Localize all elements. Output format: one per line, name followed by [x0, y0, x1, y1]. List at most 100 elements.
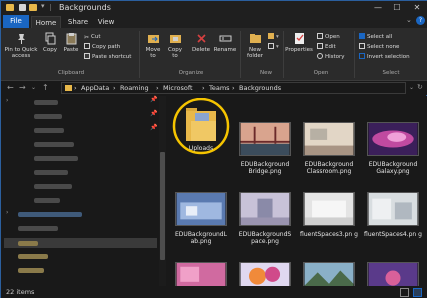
file-item[interactable]: EDUBackground Bridge.png: [235, 122, 295, 175]
file-item[interactable]: EDUBackgroundS pace.png: [235, 192, 295, 245]
edit-button[interactable]: Edit: [317, 43, 336, 51]
edit-icon: [317, 43, 323, 49]
breadcrumb-appdata[interactable]: AppData: [81, 84, 109, 92]
blurred-nav-label: [18, 254, 48, 259]
pin-icon[interactable]: 📌: [150, 96, 157, 103]
new-group-label: New: [260, 70, 272, 76]
new-item-button[interactable]: ▾: [268, 33, 279, 41]
paste-shortcut-icon: [84, 53, 90, 59]
nav-item[interactable]: [4, 196, 154, 204]
copy-path-button[interactable]: Copy path: [84, 43, 120, 51]
back-arrow-icon[interactable]: ←: [7, 83, 14, 92]
separator: [354, 31, 355, 78]
nav-item[interactable]: [4, 182, 154, 190]
select-none-button[interactable]: Select none: [359, 43, 399, 51]
pin-to-quick-access-button[interactable]: Pin to Quick access: [3, 32, 39, 59]
blurred-nav-label: [34, 170, 68, 175]
blurred-nav-label: [18, 268, 44, 273]
blurred-nav-label: [34, 184, 72, 189]
rename-button[interactable]: Rename: [213, 32, 237, 53]
scrollbar-thumb[interactable]: [160, 152, 165, 260]
file-item[interactable]: fluentSpaces3.pn g: [299, 192, 359, 238]
nav-item[interactable]: [4, 266, 154, 274]
address-bar[interactable]: › AppData › Roaming › Microsoft › Teams …: [61, 82, 406, 94]
recent-locations-icon[interactable]: ⌄: [31, 84, 36, 91]
copy-button[interactable]: Copy: [41, 32, 59, 53]
copy-path-label: Copy path: [92, 44, 121, 50]
history-button[interactable]: History: [317, 53, 345, 61]
navigation-scrollbar[interactable]: [159, 96, 166, 286]
new-item-dropdown-icon: ▾: [276, 34, 279, 40]
paste-button[interactable]: Paste: [61, 32, 81, 53]
item-count: 22 items: [6, 288, 35, 296]
help-icon[interactable]: ?: [416, 16, 425, 25]
forward-arrow-icon[interactable]: →: [19, 83, 26, 92]
file-item[interactable]: EDUBackground Classroom.png: [299, 122, 359, 175]
paste-shortcut-button[interactable]: Paste shortcut: [84, 53, 131, 61]
collapse-ribbon-icon[interactable]: ⌄: [406, 16, 412, 24]
open-group-label: Open: [313, 70, 329, 76]
nav-item[interactable]: ›: [4, 209, 154, 218]
item-label: EDUBackground Galaxy.png: [368, 161, 418, 175]
item-label: EDUBackground Bridge.png: [240, 161, 290, 175]
minimize-button[interactable]: —: [371, 2, 385, 13]
nav-item[interactable]: [4, 140, 154, 148]
properties-quick-icon[interactable]: [19, 4, 26, 11]
tab-home[interactable]: Home: [31, 16, 61, 28]
pin-icon[interactable]: 📌: [150, 124, 157, 131]
select-all-button[interactable]: Select all: [359, 33, 392, 41]
copy-path-icon: [84, 43, 90, 49]
tab-share[interactable]: Share: [64, 16, 92, 28]
delete-button[interactable]: Delete: [190, 32, 212, 53]
file-item[interactable]: fluentSpaces4.pn g: [363, 192, 423, 238]
pin-icon: [17, 34, 25, 44]
nav-item-selected[interactable]: [4, 238, 157, 248]
nav-item[interactable]: [4, 154, 154, 162]
properties-button[interactable]: Properties: [285, 32, 313, 53]
navigation-pane[interactable]: › › 📌 📌 📌: [1, 96, 159, 286]
properties-label: Properties: [285, 47, 313, 53]
blurred-nav-label: [34, 198, 60, 203]
separator: [283, 31, 284, 78]
nav-item[interactable]: [4, 112, 154, 120]
select-none-label: Select none: [367, 44, 400, 50]
large-icons-view-button[interactable]: [413, 288, 422, 297]
refresh-icon[interactable]: ↻: [417, 83, 423, 91]
nav-item[interactable]: [4, 224, 154, 232]
move-to-button[interactable]: Move to: [143, 32, 163, 59]
cut-button[interactable]: ✂ Cut: [84, 33, 101, 41]
new-folder-quick-icon[interactable]: [29, 4, 37, 11]
easy-access-button[interactable]: ▾: [268, 43, 279, 51]
pin-label: Pin to Quick access: [4, 47, 38, 59]
nav-item[interactable]: [4, 168, 154, 176]
details-view-button[interactable]: [400, 288, 409, 297]
expand-chevron-icon: ›: [6, 209, 9, 216]
nav-item[interactable]: [4, 252, 154, 260]
breadcrumb-backgrounds[interactable]: Backgrounds: [239, 84, 281, 92]
copy-icon: [45, 32, 55, 45]
up-arrow-icon[interactable]: ↑: [42, 83, 49, 92]
file-item-uploads[interactable]: Uploads: [171, 97, 231, 158]
tab-file[interactable]: File: [3, 15, 29, 28]
breadcrumb-roaming[interactable]: Roaming: [120, 84, 149, 92]
breadcrumb-microsoft[interactable]: Microsoft: [163, 84, 193, 92]
invert-selection-button[interactable]: Invert selection: [359, 53, 410, 61]
nav-item[interactable]: [4, 126, 154, 134]
invert-selection-icon: [359, 53, 365, 59]
maximize-button[interactable]: ☐: [390, 2, 404, 13]
new-folder-button[interactable]: New folder: [243, 32, 267, 59]
copy-to-button[interactable]: Copy to: [165, 32, 185, 59]
quick-access-dropdown-icon[interactable]: ▾: [41, 2, 45, 10]
item-label: fluentSpaces4.pn g: [364, 231, 422, 238]
file-item[interactable]: EDUBackground Galaxy.png: [363, 122, 423, 175]
breadcrumb-teams[interactable]: Teams: [209, 84, 230, 92]
move-to-icon: [147, 35, 159, 43]
nav-item[interactable]: ›: [4, 97, 154, 106]
tab-view[interactable]: View: [93, 16, 119, 28]
open-button[interactable]: Open: [317, 33, 340, 41]
address-dropdown-icon[interactable]: ⌄: [409, 84, 414, 91]
file-item[interactable]: EDUBackgroundL ab.png: [171, 192, 231, 245]
history-label: History: [325, 54, 345, 60]
close-button[interactable]: ✕: [410, 2, 424, 13]
pin-icon[interactable]: 📌: [150, 110, 157, 117]
